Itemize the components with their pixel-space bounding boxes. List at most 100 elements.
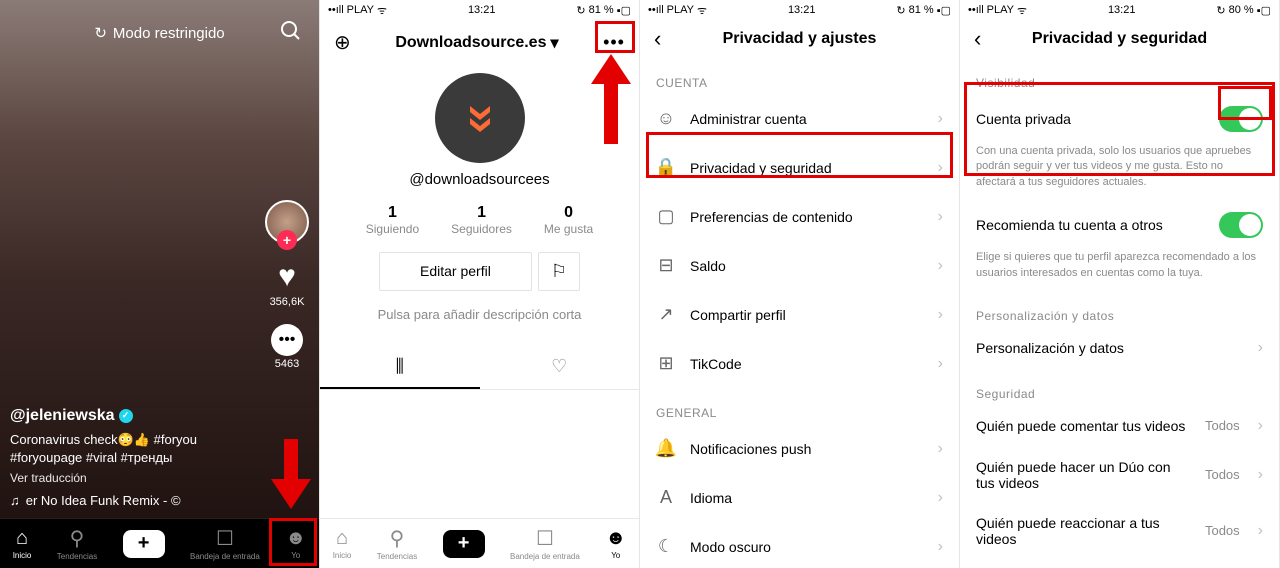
add-friend-icon[interactable]: ⊕ xyxy=(334,30,351,55)
comment-count: 5463 xyxy=(275,358,299,370)
following-stat[interactable]: 1Siguiendo xyxy=(366,204,419,236)
chevron-right-icon: › xyxy=(938,257,943,275)
tab-liked[interactable]: ♡ xyxy=(480,346,640,389)
comment-button[interactable]: ••• 5463 xyxy=(271,324,303,370)
bell-icon: 🔔 xyxy=(656,438,676,459)
battery-icon: ▪▢ xyxy=(1257,4,1271,17)
row-content-prefs[interactable]: ▢Preferencias de contenido› xyxy=(640,192,959,241)
chevron-right-icon: › xyxy=(938,306,943,324)
bottom-navbar: ⌂Inicio ⚲Tendencias + ☐Bandeja de entrad… xyxy=(320,518,639,568)
nav-me[interactable]: ☻Yo xyxy=(605,527,626,560)
qr-icon: ⊞ xyxy=(656,353,676,374)
creator-avatar[interactable]: + xyxy=(265,200,309,244)
search-icon: ⚲ xyxy=(70,526,85,551)
back-button[interactable]: ‹ xyxy=(654,26,661,52)
highlight-box xyxy=(646,132,953,178)
nav-trends[interactable]: ⚲Tendencias xyxy=(377,526,417,561)
person-icon: ☺ xyxy=(656,108,676,129)
sync-icon: ↻ xyxy=(1216,4,1225,17)
profile-handle: @downloadsourcees xyxy=(320,171,639,188)
nav-home[interactable]: ⌂Inicio xyxy=(333,527,352,560)
chevron-right-icon: › xyxy=(938,110,943,128)
chevron-right-icon: › xyxy=(938,440,943,458)
nav-inbox[interactable]: ☐Bandeja de entrada xyxy=(190,526,260,561)
chevron-right-icon: › xyxy=(938,355,943,373)
heart-outline-icon: ♡ xyxy=(551,356,567,376)
page-title: Privacidad y ajustes xyxy=(723,30,877,48)
highlight-box xyxy=(269,518,317,566)
likes-stat[interactable]: 0Me gusta xyxy=(544,204,593,236)
row-balance[interactable]: ⊟Saldo› xyxy=(640,241,959,290)
row-personalization[interactable]: Personalización y datos› xyxy=(960,327,1279,369)
profile-title-dropdown[interactable]: Downloadsource.es▾ xyxy=(395,33,558,53)
row-share-profile[interactable]: ↗Compartir perfil› xyxy=(640,290,959,339)
tab-posts[interactable]: ⫼ xyxy=(320,346,480,389)
profile-avatar[interactable] xyxy=(435,73,525,163)
home-icon: ⌂ xyxy=(336,527,348,550)
recommend-label: Recomienda tu cuenta a otros xyxy=(976,217,1205,233)
search-icon[interactable] xyxy=(279,19,303,48)
row-who-react[interactable]: Quién puede reaccionar a tus videosTodos… xyxy=(960,503,1279,559)
inbox-icon: ☐ xyxy=(216,526,234,551)
sync-icon: ↻ xyxy=(896,4,905,17)
video-caption[interactable]: Coronavirus check😳👍 #foryou #foryoupage … xyxy=(10,431,259,467)
status-time: 13:21 xyxy=(468,4,496,16)
signal-icon: ••ıll xyxy=(968,4,984,16)
heart-icon: ♥ xyxy=(278,260,296,294)
followers-stat[interactable]: 1Seguidores xyxy=(451,204,512,236)
nav-create-button[interactable]: + xyxy=(123,530,165,558)
chevron-right-icon: › xyxy=(1258,466,1263,484)
video-actions-rail: + ♥ 356,6K ••• 5463 xyxy=(265,200,309,370)
home-icon: ⌂ xyxy=(16,527,28,550)
status-time: 13:21 xyxy=(788,4,816,16)
row-who-duo[interactable]: Quién puede hacer un Dúo con tus videosT… xyxy=(960,447,1279,503)
edit-profile-button[interactable]: Editar perfil xyxy=(379,252,532,291)
highlight-box xyxy=(595,21,635,53)
verified-badge-icon: ✓ xyxy=(119,409,133,423)
person-icon: ☻ xyxy=(605,527,626,550)
bookmark-button[interactable]: ⚐ xyxy=(538,252,580,291)
username-link[interactable]: @jeleniewska ✓ xyxy=(10,407,259,425)
settings-panel: ••ıllPLAYᯤ 13:21 ↻81 %▪▢ ‹ Privacidad y … xyxy=(640,0,960,568)
status-bar: ••ıllPLAYᯤ 13:21 ↻81 %▪▢ xyxy=(640,0,959,20)
row-tikcode[interactable]: ⊞TikCode› xyxy=(640,339,959,388)
status-bar: ••ıllPLAYᯤ 13:21 ↻81 %▪▢ xyxy=(320,0,639,20)
section-personalization: Personalización y datos xyxy=(960,291,1279,327)
restricted-mode-toggle[interactable]: ↻ Modo restringido xyxy=(94,24,224,42)
bookmark-icon: ⚐ xyxy=(551,261,567,281)
row-language[interactable]: AIdioma› xyxy=(640,473,959,522)
nav-trends[interactable]: ⚲Tendencias xyxy=(57,526,97,561)
inbox-icon: ☐ xyxy=(536,526,554,551)
annotation-arrow xyxy=(591,54,631,149)
chevron-right-icon: › xyxy=(938,538,943,556)
recommend-toggle[interactable] xyxy=(1219,212,1263,238)
nav-inbox[interactable]: ☐Bandeja de entrada xyxy=(510,526,580,561)
profile-tabs: ⫼ ♡ xyxy=(320,346,639,390)
grid-icon: ⫼ xyxy=(396,356,404,376)
video-icon: ▢ xyxy=(656,206,676,227)
add-description-prompt[interactable]: Pulsa para añadir descripción corta xyxy=(320,307,639,322)
like-button[interactable]: ♥ 356,6K xyxy=(270,260,305,308)
row-who-message[interactable]: Quién puede enviarte mensajes directosAm… xyxy=(960,559,1279,568)
row-notifications[interactable]: 🔔Notificaciones push› xyxy=(640,424,959,473)
search-icon: ⚲ xyxy=(390,526,405,551)
follow-plus-icon[interactable]: + xyxy=(277,230,297,250)
chevron-right-icon: › xyxy=(938,489,943,507)
row-who-comment[interactable]: Quién puede comentar tus videosTodos› xyxy=(960,405,1279,447)
chevron-right-icon: › xyxy=(1258,522,1263,540)
signal-icon: ••ıll xyxy=(648,4,664,16)
back-button[interactable]: ‹ xyxy=(974,26,981,52)
mode-label: Modo restringido xyxy=(113,25,225,42)
nav-home[interactable]: ⌂Inicio xyxy=(13,527,32,560)
privacy-panel: ••ıllPLAYᯤ 13:21 ↻80 %▪▢ ‹ Privacidad y … xyxy=(960,0,1280,568)
row-dark-mode[interactable]: ☾Modo oscuro› xyxy=(640,522,959,568)
nav-create-button[interactable]: + xyxy=(443,530,485,558)
profile-stats: 1Siguiendo 1Seguidores 0Me gusta xyxy=(320,204,639,236)
translate-link[interactable]: Ver traducción xyxy=(10,471,259,485)
music-note-icon: ♫ xyxy=(10,493,20,508)
moon-icon: ☾ xyxy=(656,536,676,557)
wallet-icon: ⊟ xyxy=(656,255,676,276)
username-text: @jeleniewska xyxy=(10,407,115,425)
music-link[interactable]: ♫ er No Idea Funk Remix - © xyxy=(10,493,259,508)
section-general: GENERAL xyxy=(640,388,959,424)
